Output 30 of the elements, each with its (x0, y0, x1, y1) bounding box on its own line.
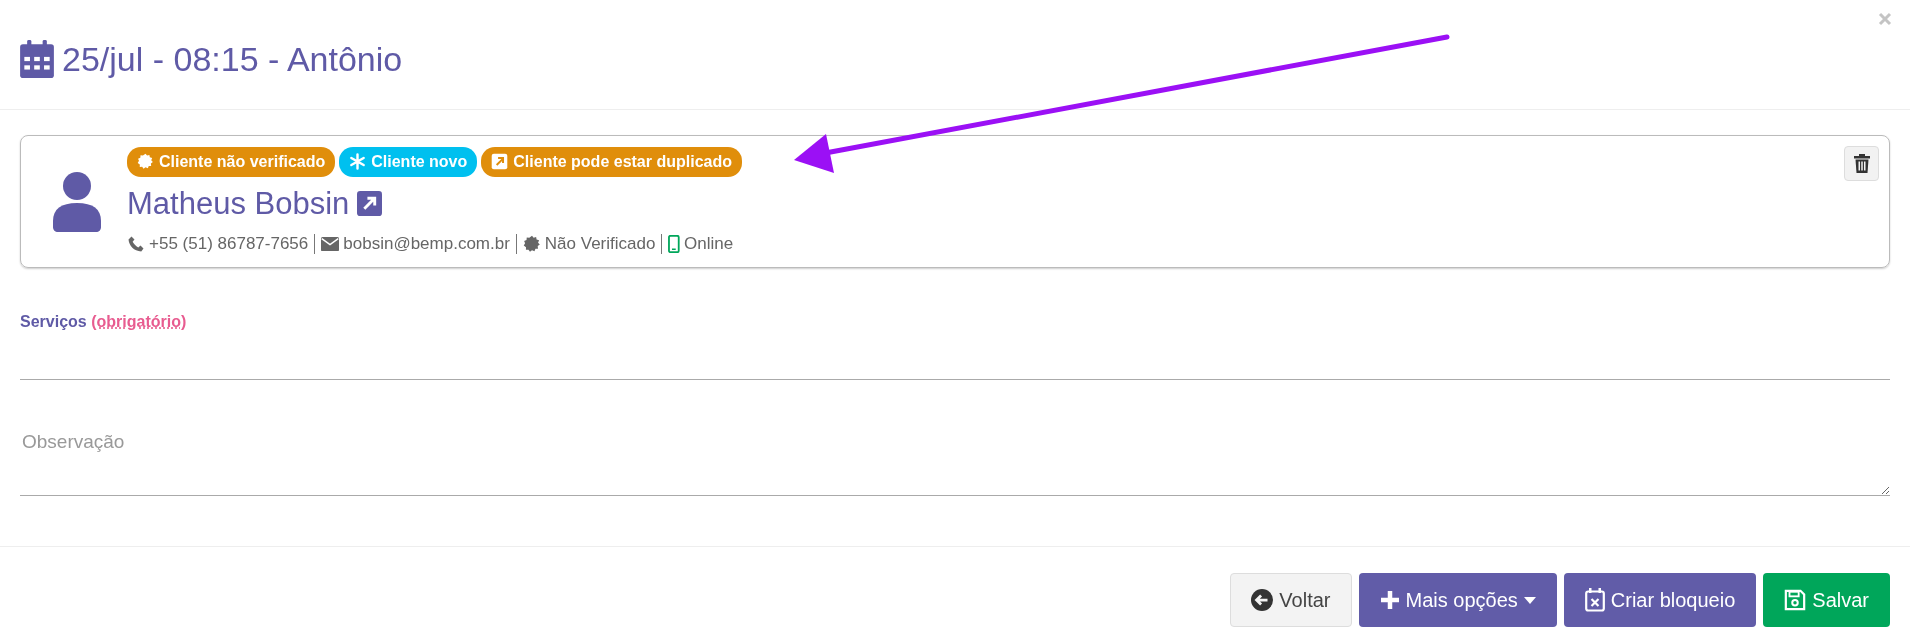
external-link-icon[interactable] (357, 191, 383, 217)
status-badge: Cliente não verificado (127, 146, 336, 177)
trash-icon (1853, 154, 1870, 173)
calendar-icon (20, 40, 54, 79)
modal-title: 25/jul - 08:15 - Antônio (62, 39, 403, 80)
client-name: Matheus Bobsin (127, 184, 350, 223)
plus-icon (1379, 590, 1400, 610)
caret-icon (1523, 596, 1536, 604)
contact-detail: bobsin@bemp.com.br (343, 233, 510, 255)
more-options-button[interactable]: Mais opções (1358, 573, 1557, 627)
create-block-button[interactable]: Criar bloqueio (1563, 573, 1757, 627)
mobile-phone-icon (668, 234, 681, 253)
back-button[interactable]: Voltar (1230, 573, 1352, 627)
notes-field[interactable]: Observação (20, 426, 1890, 496)
calendar-x-icon (1584, 588, 1605, 612)
asterisk-icon (349, 153, 367, 170)
save-button[interactable]: Salvar (1763, 573, 1890, 627)
contact-detail: Não Verificado (544, 233, 656, 255)
status-badge: Cliente pode estar duplicado (481, 146, 742, 177)
envelope-icon (321, 236, 340, 251)
field-label: Serviços (obrigatório) (20, 312, 187, 332)
external-link-icon (491, 153, 509, 170)
user-avatar-icon (51, 170, 103, 233)
contact-detail: +55 (51) 86787-7656 (149, 233, 309, 255)
status-badge: Cliente novo (339, 146, 478, 177)
phone-icon (127, 234, 145, 253)
seal-icon (522, 234, 541, 253)
delete-button[interactable] (1844, 146, 1879, 181)
contact-detail: Online (684, 233, 734, 255)
seal-icon (137, 153, 154, 170)
